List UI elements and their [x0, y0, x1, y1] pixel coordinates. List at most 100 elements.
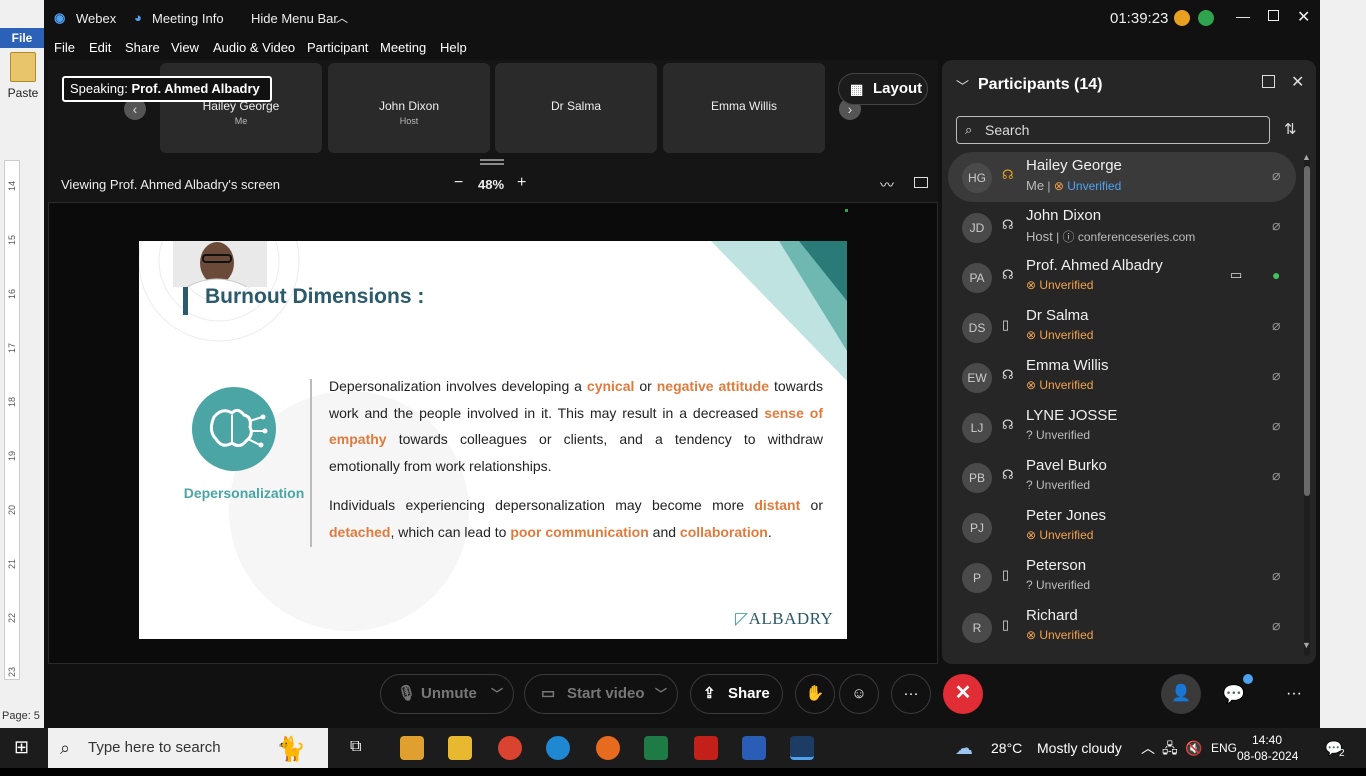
recording-paused-icon[interactable]: [1174, 10, 1190, 26]
mic-muted-icon[interactable]: ⌀: [1272, 417, 1280, 434]
leave-meeting-button[interactable]: ✕: [943, 674, 983, 714]
network-icon[interactable]: 🖧: [1162, 728, 1178, 768]
task-view-icon[interactable]: ⧉: [350, 738, 361, 756]
scroll-up-arrow-icon[interactable]: ▲: [1302, 152, 1311, 162]
file-manager-app-icon[interactable]: [400, 736, 424, 760]
edge-icon[interactable]: [546, 736, 570, 760]
unmute-button[interactable]: 🎙 Unmute ﹀: [380, 674, 514, 714]
mic-muted-icon[interactable]: ⌀: [1272, 217, 1280, 234]
unverified-icon: ⊗: [1026, 528, 1040, 542]
windows-start-icon[interactable]: ⊞: [14, 737, 29, 758]
word-file-tab[interactable]: File: [0, 28, 44, 48]
clock-date[interactable]: 08-08-2024: [1237, 736, 1298, 776]
participant-row[interactable]: PB ☊ Pavel Burko? Unverified ⌀: [948, 452, 1296, 502]
language-indicator[interactable]: ENG: [1211, 728, 1237, 768]
chevron-down-icon[interactable]: ﹀: [655, 675, 667, 713]
weather-temp[interactable]: 28°C: [991, 728, 1022, 768]
network-health-icon[interactable]: [1198, 10, 1214, 26]
thumbnail-dr-salma[interactable]: Dr Salma: [495, 63, 657, 153]
acrobat-icon[interactable]: [694, 736, 718, 760]
collapse-chevron-icon[interactable]: ﹀: [956, 76, 969, 95]
start-video-button[interactable]: ▭ Start video ﹀: [524, 674, 678, 714]
word-icon[interactable]: [742, 736, 766, 760]
hide-menu-bar-button[interactable]: Hide Menu Bar: [251, 11, 338, 26]
participant-row[interactable]: PA ☊ Prof. Ahmed Albadry ⊗ Unverified ▭ ●: [948, 252, 1296, 302]
participant-row[interactable]: HG ☊ Hailey George Me | ⊗ Unverified ⌀: [948, 152, 1296, 202]
more-options-button[interactable]: ···: [891, 674, 931, 714]
mic-muted-icon[interactable]: ⌀: [1272, 467, 1280, 484]
maximize-icon[interactable]: [1268, 10, 1279, 21]
meeting-info-button[interactable]: Meeting Info: [152, 11, 224, 26]
word-paste-button[interactable]: Paste: [6, 52, 40, 108]
annotate-icon[interactable]: 〰: [880, 175, 894, 195]
volume-muted-icon[interactable]: 🔇: [1185, 728, 1202, 768]
reactions-button[interactable]: ☺: [839, 674, 879, 714]
menu-participant[interactable]: Participant: [307, 40, 368, 55]
menu-meeting[interactable]: Meeting: [380, 40, 426, 55]
tray-chevron-up-icon[interactable]: ︿: [1141, 728, 1155, 768]
mic-muted-icon[interactable]: ⌀: [1272, 567, 1280, 584]
thumbnail-john-dixon[interactable]: John Dixon Host: [328, 63, 490, 153]
close-panel-icon[interactable]: ✕: [1291, 72, 1304, 92]
pop-out-share-icon[interactable]: [914, 177, 928, 188]
resize-handle[interactable]: [480, 159, 504, 161]
participant-row[interactable]: LJ ☊ LYNE JOSSE? Unverified ⌀: [948, 402, 1296, 452]
minimize-icon[interactable]: —: [1236, 8, 1250, 24]
menu-view[interactable]: View: [171, 40, 199, 55]
layout-button[interactable]: ▦ Layout: [838, 73, 928, 105]
webex-taskbar-icon[interactable]: [790, 736, 814, 760]
thumbnail-role: Me: [234, 116, 248, 126]
taskbar-search-placeholder: Type here to search: [88, 739, 221, 756]
mic-active-icon[interactable]: ●: [1272, 267, 1280, 283]
more-panels-button[interactable]: ···: [1274, 674, 1314, 714]
menu-audio-video[interactable]: Audio & Video: [213, 40, 295, 55]
weather-desc[interactable]: Mostly cloudy: [1037, 728, 1122, 768]
video-off-icon: ▭: [541, 685, 556, 702]
zoom-in-button[interactable]: +: [517, 174, 526, 192]
thumbnail-name: John Dixon: [378, 99, 440, 113]
menu-share[interactable]: Share: [125, 40, 160, 55]
excel-icon[interactable]: [644, 736, 668, 760]
chrome-icon[interactable]: [498, 736, 522, 760]
info-icon: ⓘ: [1062, 230, 1078, 244]
zoom-out-button[interactable]: −: [454, 174, 463, 192]
firefox-icon[interactable]: [596, 736, 620, 760]
close-window-icon[interactable]: ✕: [1297, 7, 1310, 27]
participant-status: ⊗ Unverified: [1026, 278, 1093, 292]
participant-row[interactable]: PJ Peter Jones ⊗ Unverified: [948, 502, 1296, 552]
mic-muted-icon[interactable]: ⌀: [1272, 167, 1280, 184]
verification-status: Unverified: [1039, 278, 1094, 292]
word-left-panel: File Paste 14 15 16 17 18 19 20 21 22 23 Page: 5: [0, 0, 48, 728]
share-button[interactable]: ⇪ Share: [690, 674, 783, 714]
scroll-down-arrow-icon[interactable]: ▼: [1302, 640, 1311, 650]
slide-text: .: [767, 523, 772, 540]
participant-status: ⊗ Unverified: [1026, 528, 1093, 542]
app-name: Webex: [76, 11, 117, 26]
chevron-down-icon[interactable]: ﹀: [491, 675, 503, 713]
menu-help[interactable]: Help: [440, 40, 467, 55]
mic-muted-icon[interactable]: ⌀: [1272, 367, 1280, 384]
participant-row[interactable]: DS ▯ Dr Salma ⊗ Unverified ⌀: [948, 302, 1296, 352]
participant-row[interactable]: P ▯ Peterson? Unverified ⌀: [948, 552, 1296, 602]
mic-muted-icon[interactable]: ⌀: [1272, 317, 1280, 334]
participant-scrollbar-thumb[interactable]: [1304, 166, 1310, 496]
participants-toggle-button[interactable]: 👤: [1161, 674, 1201, 714]
taskbar-search-input[interactable]: ⌕ Type here to search 🐈: [48, 728, 328, 768]
paste-label: Paste: [7, 86, 39, 100]
menu-edit[interactable]: Edit: [89, 40, 111, 55]
layout-label: Layout: [873, 80, 923, 97]
participant-row[interactable]: EW ☊ Emma Willis ⊗ Unverified ⌀: [948, 352, 1296, 402]
slide-text: , which can lead to: [390, 523, 511, 540]
participant-status: ⊗ Unverified: [1026, 378, 1093, 392]
participant-row[interactable]: JD ☊ John Dixon Host | ⓘ conferenceseries.c…: [948, 202, 1296, 252]
mic-muted-icon[interactable]: ⌀: [1272, 617, 1280, 634]
raise-hand-button[interactable]: ✋: [795, 674, 835, 714]
participant-row[interactable]: R ▯ Richard ⊗ Unverified ⌀: [948, 602, 1296, 652]
participant-search-input[interactable]: ⌕ Search: [956, 116, 1270, 144]
menu-file[interactable]: File: [54, 40, 75, 55]
pop-out-panel-icon[interactable]: [1262, 75, 1275, 88]
file-explorer-icon[interactable]: [448, 736, 472, 760]
thumbnail-emma-willis[interactable]: Emma Willis: [663, 63, 825, 153]
sort-icon[interactable]: ⇅: [1284, 120, 1297, 138]
camera-icon: ▭: [1230, 267, 1243, 282]
